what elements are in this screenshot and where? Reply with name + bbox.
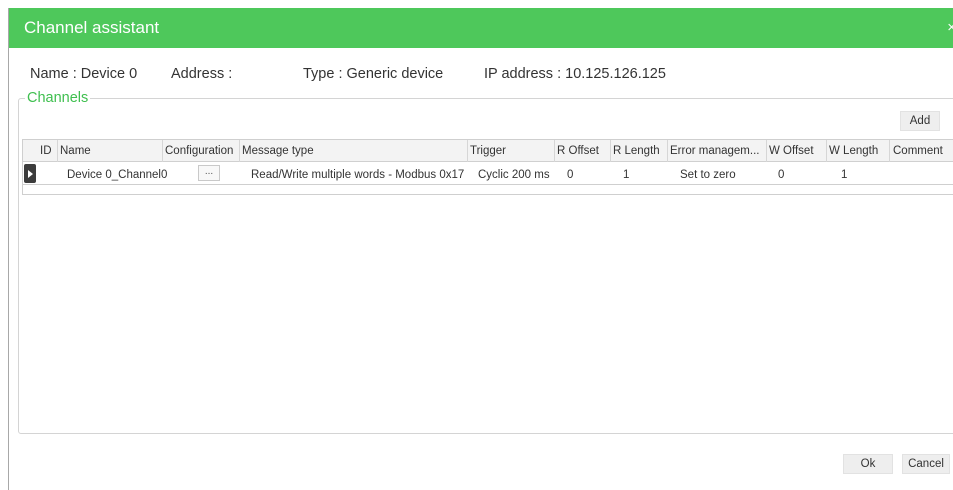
column-header-comment[interactable]: Comment	[893, 144, 943, 158]
column-header-name[interactable]: Name	[60, 144, 91, 158]
add-channel-button[interactable]: Add	[900, 111, 940, 131]
column-header-configuration[interactable]: Configuration	[165, 144, 233, 158]
column-header-id[interactable]: ID	[40, 144, 52, 158]
column-header-w-offset[interactable]: W Offset	[769, 144, 814, 158]
dialog-title: Channel assistant	[24, 18, 160, 37]
cancel-button[interactable]: Cancel	[902, 454, 950, 474]
dialog-titlebar: Channel assistant ×	[9, 8, 953, 48]
channels-table: ID Name Configuration Message type Trigg…	[22, 139, 953, 195]
cell-trigger[interactable]: Cyclic 200 ms	[478, 168, 550, 182]
table-row[interactable]: Device 0_Channel0 ... Read/Write multipl…	[23, 163, 953, 185]
cell-name[interactable]: Device 0_Channel0	[67, 168, 167, 182]
row-selector-arrow-icon[interactable]	[24, 164, 36, 183]
cell-r-length[interactable]: 1	[623, 168, 629, 182]
cell-message-type[interactable]: Read/Write multiple words - Modbus 0x17	[251, 168, 464, 182]
device-name-label: Name : Device 0	[30, 66, 138, 82]
cell-w-length[interactable]: 1	[841, 168, 847, 182]
column-header-message-type[interactable]: Message type	[242, 144, 314, 158]
column-header-w-length[interactable]: W Length	[829, 144, 878, 158]
ok-button[interactable]: Ok	[843, 454, 893, 474]
device-address-label: Address :	[171, 66, 233, 82]
cell-error-management[interactable]: Set to zero	[680, 168, 736, 182]
device-type-label: Type : Generic device	[303, 66, 444, 82]
device-ip-label: IP address : 10.125.126.125	[484, 66, 666, 82]
column-header-r-offset[interactable]: R Offset	[557, 144, 599, 158]
cell-r-offset[interactable]: 0	[567, 168, 573, 182]
close-icon[interactable]: ×	[947, 19, 953, 37]
cell-w-offset[interactable]: 0	[778, 168, 784, 182]
column-header-error-management[interactable]: Error managem...	[670, 144, 766, 158]
column-header-r-length[interactable]: R Length	[613, 144, 660, 158]
configuration-ellipsis-button[interactable]: ...	[198, 165, 220, 181]
channel-assistant-dialog: Channel assistant × Name : Device 0 Addr…	[8, 8, 953, 490]
table-header: ID Name Configuration Message type Trigg…	[23, 140, 953, 162]
channels-legend: Channels	[25, 90, 91, 107]
column-header-trigger[interactable]: Trigger	[470, 144, 506, 158]
